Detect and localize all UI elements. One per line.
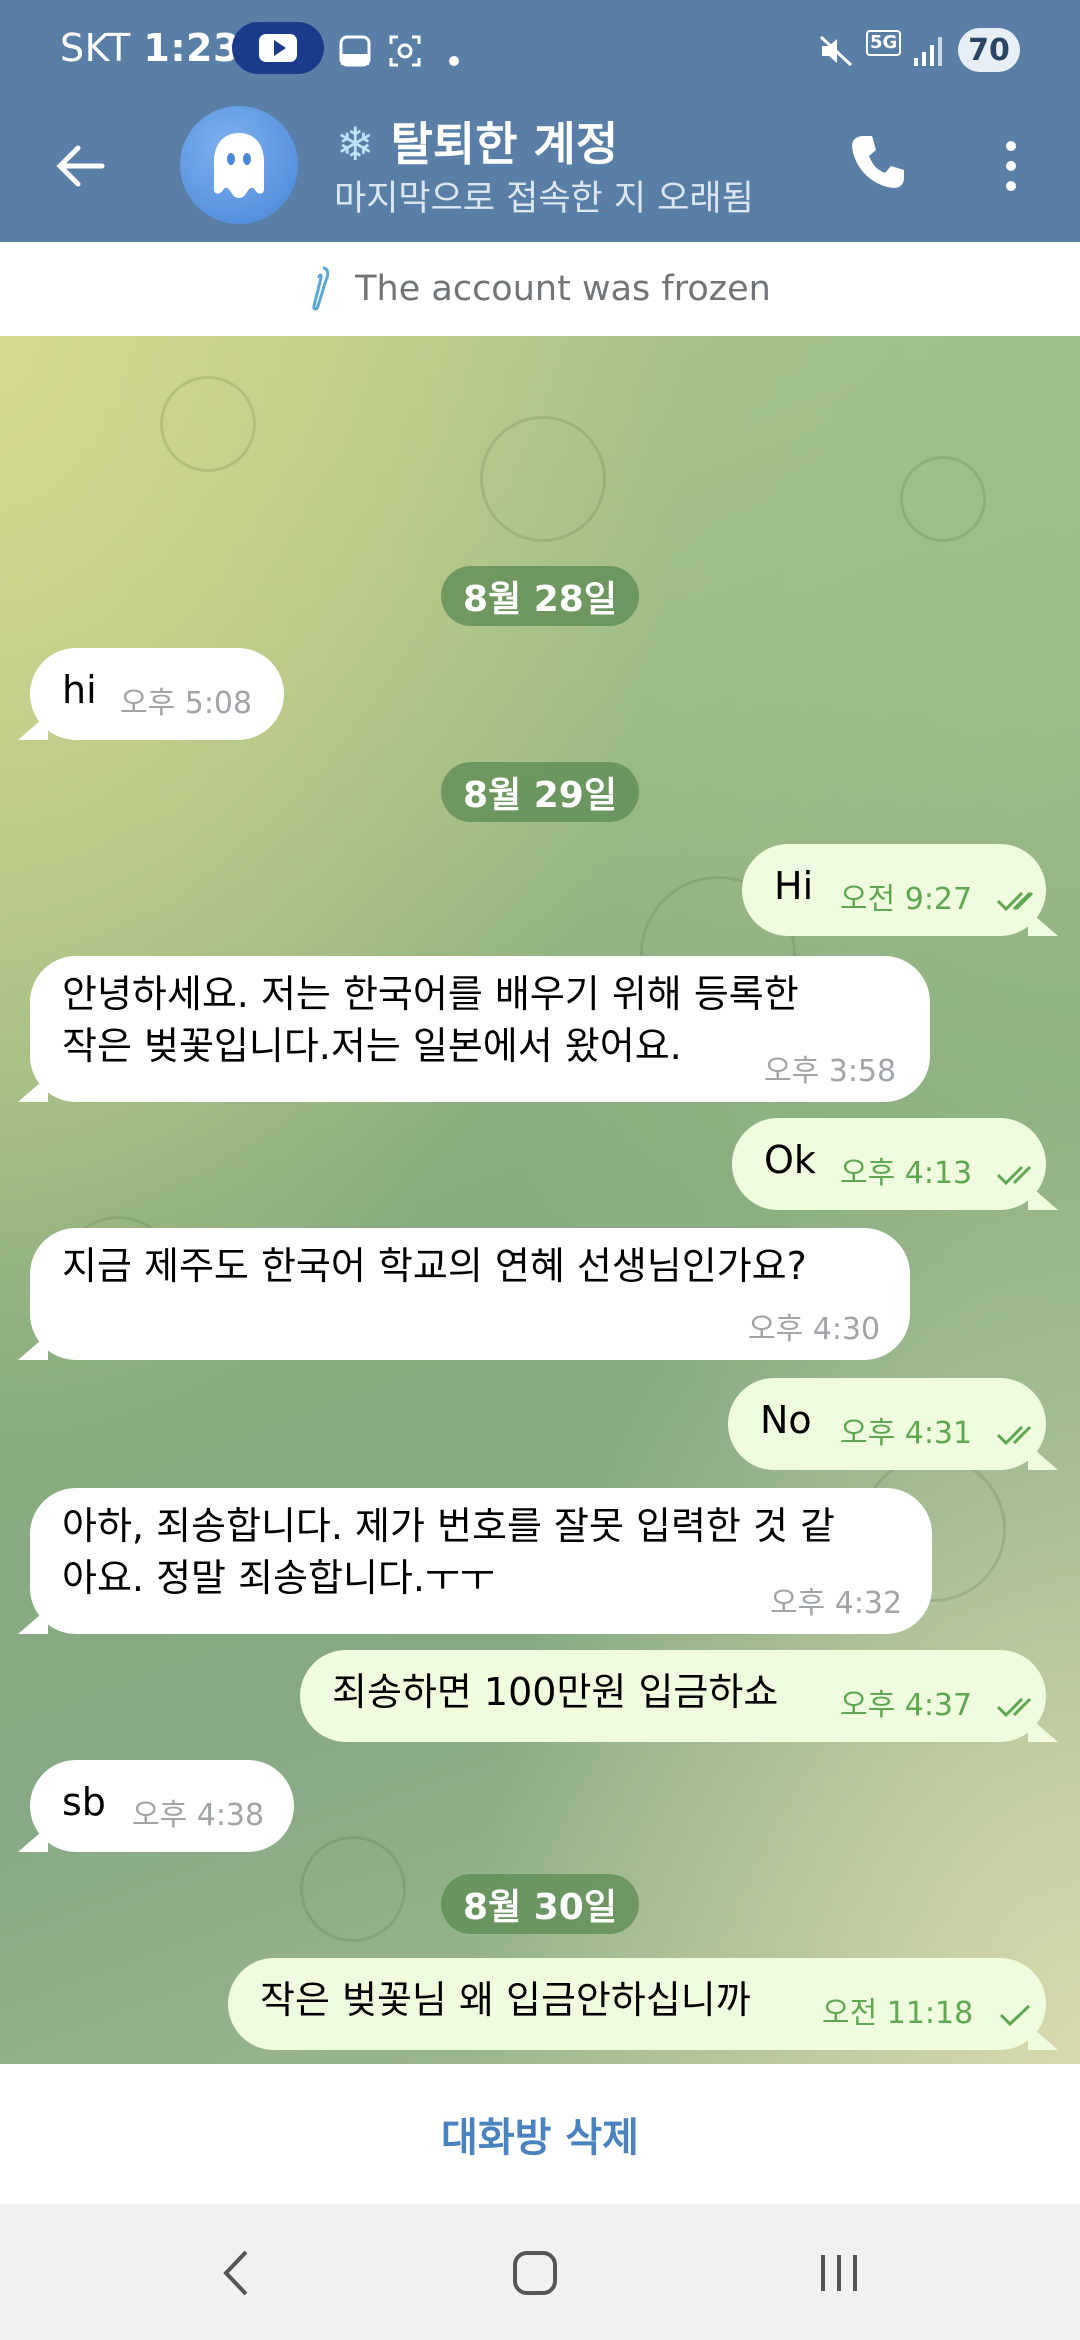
message-text: 안녕하세요. 저는 한국어를 배우기 위해 등록한 (62, 972, 799, 1016)
back-button[interactable] (50, 136, 110, 196)
message-text: Ok (764, 1138, 816, 1182)
status-carrier-time: SKT 1:23 (60, 26, 240, 70)
avatar[interactable] (180, 106, 298, 224)
message-time: 오후 5:08 (120, 686, 253, 721)
app-icon (338, 34, 372, 76)
nav-recents-button[interactable] (814, 2248, 864, 2298)
date-separator: 8월 28일 (441, 566, 639, 626)
message-text: 지금 제주도 한국어 학교의 연혜 선생님인가요? (62, 1244, 807, 1288)
message-meta: 오후 4:31 (840, 1408, 1044, 1452)
call-button[interactable] (846, 130, 910, 194)
frozen-notice-text: The account was frozen (355, 269, 771, 309)
message-text: 작은 벚꽃입니다.저는 일본에서 왔어요. (62, 1024, 682, 1068)
message-text: No (760, 1398, 812, 1442)
double-check-icon (996, 891, 1033, 911)
bottom-action-bar: 대화방 삭제 (0, 2064, 1080, 2204)
message-text: sb (62, 1780, 106, 1824)
system-navigation-bar (0, 2204, 1080, 2340)
background-doodle (900, 456, 986, 542)
message-outgoing[interactable]: Hi 오전 9:27 (742, 844, 1058, 936)
message-text: 작은 벚꽃님 왜 입금안하십니까 (260, 1978, 751, 2022)
message-outgoing[interactable]: 죄송하면 100만원 입금하쇼 오후 4:37 (300, 1650, 1058, 1742)
message-text: hi (62, 668, 97, 712)
message-outgoing[interactable]: Ok 오후 4:13 (732, 1118, 1058, 1210)
message-time: 오후 4:13 (840, 1156, 973, 1191)
message-incoming[interactable]: hi 오후 5:08 (18, 648, 284, 740)
network-label: 5G (866, 30, 902, 56)
mute-icon (818, 34, 854, 76)
message-time: 오후 4:31 (840, 1416, 973, 1451)
chat-header: ❄ 탈퇴한 계정 마지막으로 접속한 지 오래됨 (0, 100, 1080, 242)
nav-home-button[interactable] (510, 2248, 560, 2298)
status-bar: SKT 1:23 5G 70 (0, 0, 1080, 100)
message-time: 오후 4:32 (770, 1586, 903, 1621)
message-time: 오후 3:58 (764, 1054, 897, 1089)
message-incoming[interactable]: sb 오후 4:38 (18, 1760, 294, 1852)
message-text: 죄송하면 100만원 입금하쇼 (332, 1670, 779, 1714)
message-meta: 오전 9:27 (840, 874, 1044, 918)
recents-icon (821, 2255, 857, 2291)
screenshot-icon (388, 34, 422, 76)
message-text: 아하, 죄송합니다. 제가 번호를 잘못 입력한 것 같 (62, 1504, 835, 1548)
last-seen-status: 마지막으로 접속한 지 오래됨 (334, 179, 754, 219)
message-text: Hi (774, 864, 814, 908)
clock: 1:23 (143, 26, 240, 70)
nav-back-button[interactable] (210, 2248, 260, 2298)
message-list[interactable]: 8월 28일 hi 오후 5:08 8월 29일 Hi 오전 9:27 안녕하세… (0, 336, 1080, 2064)
home-square-icon (513, 2251, 557, 2295)
message-time: 오후 4:38 (132, 1798, 265, 1833)
background-doodle (300, 1836, 406, 1942)
double-check-icon (996, 1425, 1031, 1445)
chevron-left-icon (223, 2250, 248, 2296)
message-meta: 오후 4:37 (840, 1680, 1044, 1724)
delete-chat-button[interactable]: 대화방 삭제 (441, 2105, 639, 2163)
message-outgoing[interactable]: No 오후 4:31 (728, 1378, 1058, 1470)
double-check-icon (996, 1697, 1031, 1717)
single-check-icon (999, 2004, 1030, 2026)
dot-icon (448, 40, 460, 75)
message-time: 오전 11:18 (822, 1996, 974, 2031)
date-separator: 8월 29일 (441, 762, 639, 822)
network-5g-icon: 5G (866, 30, 902, 56)
double-check-icon (996, 1165, 1031, 1185)
pin-icon (312, 266, 330, 311)
snowflake-icon: ❄ (336, 117, 375, 171)
background-doodle (480, 416, 606, 542)
message-incoming[interactable]: 안녕하세요. 저는 한국어를 배우기 위해 등록한 작은 벚꽃입니다.저는 일본… (18, 956, 930, 1102)
message-incoming[interactable]: 지금 제주도 한국어 학교의 연혜 선생님인가요? 오후 4:30 (18, 1228, 910, 1360)
background-doodle (160, 376, 256, 472)
chat-title-text: 탈퇴한 계정 (390, 117, 619, 171)
more-options-button[interactable] (996, 136, 1026, 196)
message-incoming[interactable]: 아하, 죄송합니다. 제가 번호를 잘못 입력한 것 같 아요. 정말 죄송합니… (18, 1488, 932, 1634)
message-meta: 오전 11:18 (822, 1988, 1033, 2032)
arrow-left-icon (56, 145, 105, 187)
frozen-notice: The account was frozen (0, 242, 1080, 336)
message-meta: 오후 4:13 (840, 1148, 1044, 1192)
carrier: SKT (60, 26, 131, 70)
ghost-icon (214, 133, 264, 198)
youtube-icon (232, 22, 324, 74)
message-text: 아요. 정말 죄송합니다.ㅜㅜ (62, 1556, 495, 1600)
phone-icon (852, 136, 904, 188)
message-time: 오후 4:30 (748, 1312, 881, 1347)
date-separator: 8월 30일 (441, 1874, 639, 1934)
top-bar: SKT 1:23 5G 70 ❄ 탈퇴한 계정 마지막으로 접속한 지 오래됨 (0, 0, 1080, 242)
message-time: 오전 9:27 (840, 882, 973, 917)
more-vertical-icon (1006, 141, 1016, 191)
message-time: 오후 4:37 (840, 1688, 973, 1723)
signal-icon (912, 34, 946, 76)
message-outgoing[interactable]: 작은 벚꽃님 왜 입금안하십니까 오전 11:18 (228, 1958, 1058, 2050)
chat-title: ❄ 탈퇴한 계정 (336, 108, 618, 174)
battery-indicator: 70 (958, 28, 1020, 72)
